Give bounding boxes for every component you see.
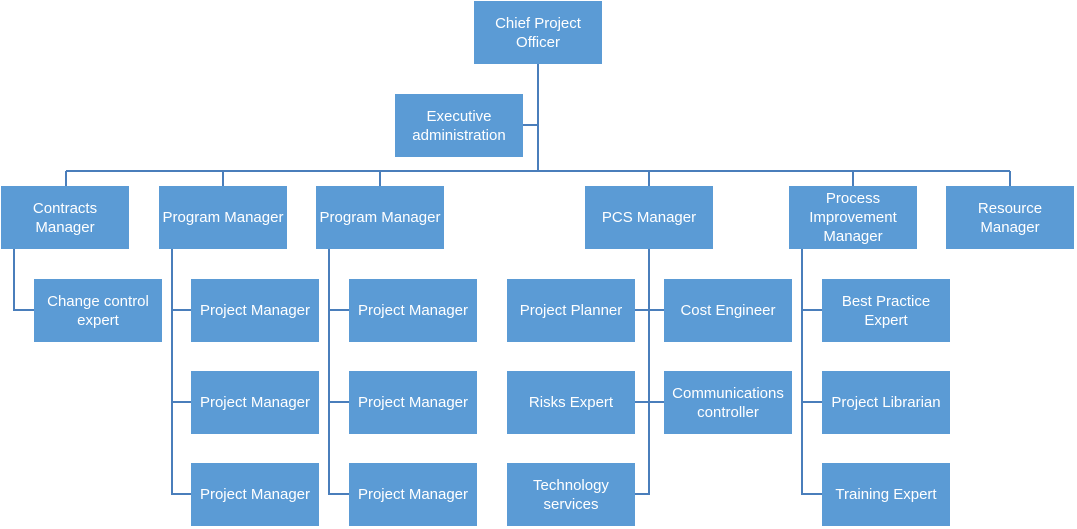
node-pcs-manager[interactable]: PCS Manager: [585, 186, 713, 249]
node-chief-project-officer[interactable]: Chief Project Officer: [474, 1, 602, 64]
node-program-manager-1[interactable]: Program Manager: [159, 186, 287, 249]
node-project-manager[interactable]: Project Manager: [191, 371, 319, 434]
node-project-manager[interactable]: Project Manager: [191, 463, 319, 526]
connector-program-2-children: [328, 249, 349, 495]
connector-program-1-children: [171, 249, 191, 495]
node-technology-services[interactable]: Technology services: [507, 463, 635, 526]
node-best-practice-expert[interactable]: Best Practice Expert: [822, 279, 950, 342]
org-chart: Chief Project Officer Executive administ…: [0, 0, 1077, 529]
node-project-manager[interactable]: Project Manager: [191, 279, 319, 342]
connector-contracts-children: [13, 249, 34, 311]
node-executive-administration[interactable]: Executive administration: [395, 94, 523, 157]
node-project-planner[interactable]: Project Planner: [507, 279, 635, 342]
node-training-expert[interactable]: Training Expert: [822, 463, 950, 526]
node-project-manager[interactable]: Project Manager: [349, 463, 477, 526]
connector-pcs-children: [635, 249, 664, 495]
node-project-librarian[interactable]: Project Librarian: [822, 371, 950, 434]
node-contracts-manager[interactable]: Contracts Manager: [1, 186, 129, 249]
node-change-control-expert[interactable]: Change control expert: [34, 279, 162, 342]
node-process-improvement-manager[interactable]: Process Improvement Manager: [789, 186, 917, 249]
node-resource-manager[interactable]: Resource Manager: [946, 186, 1074, 249]
node-project-manager[interactable]: Project Manager: [349, 279, 477, 342]
node-program-manager-2[interactable]: Program Manager: [316, 186, 444, 249]
connector-pim-children: [801, 249, 822, 495]
node-communications-controller[interactable]: Communications controller: [664, 371, 792, 434]
node-project-manager[interactable]: Project Manager: [349, 371, 477, 434]
node-risks-expert[interactable]: Risks Expert: [507, 371, 635, 434]
connector-lines: [13, 64, 1011, 495]
node-cost-engineer[interactable]: Cost Engineer: [664, 279, 792, 342]
